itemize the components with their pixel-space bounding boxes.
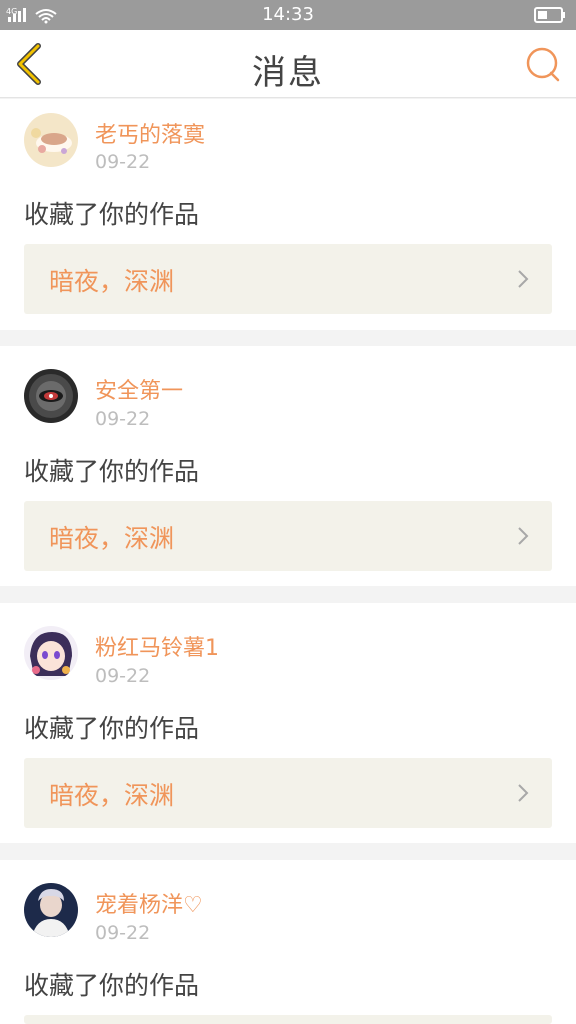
anime-girl-avatar-icon — [24, 626, 78, 680]
user-avatar[interactable] — [24, 369, 78, 423]
message-action: 收藏了你的作品 — [24, 714, 200, 743]
page-title: 消息 — [252, 53, 324, 93]
work-link[interactable]: 暗夜，深渊 — [24, 244, 552, 314]
status-time: 14:33 — [262, 4, 314, 25]
username[interactable]: 宠着杨洋♡ — [95, 887, 203, 919]
message-action: 收藏了你的作品 — [24, 200, 200, 229]
work-title: 暗夜，深渊 — [49, 267, 175, 296]
message-action: 收藏了你的作品 — [24, 457, 200, 486]
chevron-right-icon — [518, 270, 529, 288]
work-link[interactable] — [24, 1015, 552, 1024]
username[interactable]: 安全第一 — [95, 373, 183, 405]
message-action: 收藏了你的作品 — [24, 971, 200, 1000]
username[interactable]: 粉红马铃薯1 — [95, 630, 219, 662]
work-title: 暗夜，深渊 — [49, 781, 175, 810]
user-avatar[interactable] — [24, 626, 78, 680]
message-item: 老丐的落寞 09-22 收藏了你的作品 暗夜，深渊 — [0, 99, 576, 330]
work-link[interactable]: 暗夜，深渊 — [24, 501, 552, 571]
user-avatar[interactable] — [24, 883, 78, 937]
work-link[interactable]: 暗夜，深渊 — [24, 758, 552, 828]
user-avatar[interactable] — [24, 113, 78, 167]
message-date: 09-22 — [95, 151, 151, 173]
teacup-avatar-icon — [24, 113, 78, 167]
username[interactable]: 老丐的落寞 — [95, 117, 205, 149]
app-header: 消息 — [0, 30, 576, 98]
portrait-avatar-icon — [24, 883, 78, 937]
battery-icon — [534, 7, 565, 23]
chevron-right-icon — [518, 784, 529, 802]
chevron-right-icon — [518, 527, 529, 545]
message-date: 09-22 — [95, 408, 151, 430]
work-title: 暗夜，深渊 — [49, 524, 175, 553]
message-item: 安全第一 09-22 收藏了你的作品 暗夜，深渊 — [0, 346, 576, 586]
search-icon[interactable] — [522, 44, 562, 84]
message-date: 09-22 — [95, 665, 151, 687]
eye-avatar-icon — [24, 369, 78, 423]
message-date: 09-22 — [95, 922, 151, 944]
message-item: 粉红马铃薯1 09-22 收藏了你的作品 暗夜，深渊 — [0, 603, 576, 843]
message-item: 宠着杨洋♡ 09-22 收藏了你的作品 — [0, 860, 576, 1024]
status-bar: 4G 14:33 — [0, 0, 576, 30]
